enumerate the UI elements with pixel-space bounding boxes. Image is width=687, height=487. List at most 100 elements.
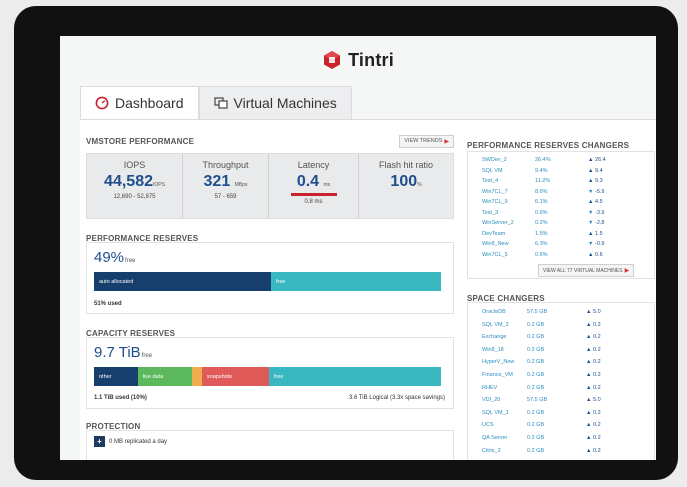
vm-name[interactable]: WinServer_2 (482, 220, 514, 226)
arrow-up-icon: ▲ (586, 334, 593, 341)
vm-name[interactable]: Exchange (482, 334, 506, 340)
space-changer-row[interactable]: OracleDB 57.5 GB ▲ 5.0 (468, 309, 656, 319)
space-changer-row[interactable]: UCS 0.2 GB ▲ 0.2 (468, 422, 656, 432)
arrow-down-icon: ▼ (588, 241, 595, 247)
space-size: 0.2 GB (527, 372, 545, 378)
vm-name[interactable]: SQL VM_2 (482, 322, 509, 328)
space-changer-row[interactable]: RHEV 0.2 GB ▲ 0.2 (468, 385, 656, 395)
arrow-up-icon: ▲ (588, 230, 595, 237)
space-changers-list: OracleDB 57.5 GB ▲ 5.0 SQL VM_2 0.2 GB ▲ 0.2 E… (467, 302, 655, 460)
reserve-pct: 0.6% (535, 251, 548, 258)
metric-value: 0.4 ms (296, 173, 331, 190)
vm-name[interactable]: SQL VM (482, 168, 503, 174)
plus-icon[interactable]: + (94, 436, 105, 447)
vm-name[interactable]: Finance_VM (482, 372, 513, 378)
space-size: 0.2 GB (527, 447, 545, 454)
reserve-delta: ▲ 26.4 (588, 157, 606, 163)
triangle-right-icon: ▶ (624, 268, 630, 274)
vm-name[interactable]: Win7CL_7 (482, 189, 508, 195)
perf-changer-row[interactable]: Win7CL_9 6.1% ▲ 4.5 (468, 199, 656, 209)
perf-changer-row[interactable]: DevTeam 1.5% ▲ 1.5 (468, 231, 656, 241)
arrow-up-icon: ▲ (586, 346, 593, 353)
vm-name[interactable]: Test_3 (482, 210, 498, 216)
vm-name[interactable]: Citrix_2 (482, 448, 501, 454)
dashboard-panel: VMSTORE PERFORMANCE VIEW TRENDS ▶ IOPS 4… (80, 119, 656, 460)
space-changer-row[interactable]: Win8_18 0.2 GB ▲ 0.2 (468, 347, 656, 357)
arrow-up-icon: ▲ (586, 422, 593, 429)
capacity-segment: live data (137, 367, 192, 386)
tab-dashboard[interactable]: Dashboard (80, 86, 199, 119)
vm-name[interactable]: HyperV_New (482, 359, 514, 365)
arrow-up-icon: ▲ (586, 309, 593, 315)
metric-label: Throughput (202, 160, 249, 170)
perf-changer-row[interactable]: SWDev_2 26.4% ▲ 26.4 (468, 157, 656, 167)
space-changer-row[interactable]: VDI_20 57.5 GB ▲ 5.0 (468, 397, 656, 407)
arrow-up-icon: ▲ (586, 435, 593, 441)
reserve-pct: 1.5% (535, 230, 548, 237)
space-size: 57.5 GB (527, 309, 548, 315)
space-changer-row[interactable]: Exchange 0.2 GB ▲ 0.2 (468, 334, 656, 344)
gauge-icon (95, 96, 109, 110)
space-size: 57.5 GB (527, 397, 548, 404)
space-changer-row[interactable]: Finance_VM 0.2 GB ▲ 0.2 (468, 372, 656, 382)
vm-name[interactable]: OracleDB (482, 309, 506, 315)
view-trends-button[interactable]: VIEW TRENDS ▶ (399, 134, 454, 148)
delta-value: 4.5 (594, 199, 603, 205)
delta-value: 5.0 (592, 397, 601, 404)
reserve-delta: ▲ 1.5 (588, 231, 603, 237)
vm-name[interactable]: DevTeam (482, 231, 505, 237)
arrow-up-icon: ▲ (588, 199, 595, 205)
reserve-pct: 26.4% (535, 157, 551, 163)
space-delta: ▲ 0.2 (586, 359, 601, 365)
tab-virtual-machines[interactable]: Virtual Machines (198, 86, 352, 119)
vm-name[interactable]: RHEV (482, 385, 497, 391)
delta-value: 0.2 (592, 346, 601, 353)
perf-changer-row[interactable]: Test_4 11.2% ▲ 9.3 (468, 178, 656, 188)
space-changer-row[interactable]: QA Server 0.2 GB ▲ 0.2 (468, 435, 656, 445)
capacity-logical: 3.6 TiB Logical (3.3x space savings) (348, 395, 445, 401)
space-changer-row[interactable]: HyperV_New 0.2 GB ▲ 0.2 (468, 359, 656, 369)
space-changer-row[interactable]: Citrix_2 0.2 GB ▲ 0.2 (468, 448, 656, 458)
space-changer-row[interactable]: SQL VM_2 0.2 GB ▲ 0.2 (468, 322, 656, 332)
reserve-pct: 9.4% (535, 167, 548, 174)
vm-name[interactable]: Win8_18 (482, 347, 504, 353)
vm-name[interactable]: Win7CL_5 (482, 252, 508, 258)
capacity-used: 1.1 TiB used (10%) (94, 395, 147, 401)
reserve-delta: ▲ 0.6 (588, 252, 603, 258)
vm-name[interactable]: UCS (482, 422, 494, 428)
arrow-up-icon: ▲ (586, 384, 593, 391)
perf-changer-row[interactable]: Win7CL_7 8.6% ▼ -5.9 (468, 189, 656, 199)
space-changer-row[interactable]: SQL VM_1 0.2 GB ▲ 0.2 (468, 410, 656, 420)
vm-name[interactable]: Win8_New (482, 241, 509, 247)
space-delta: ▲ 0.2 (586, 385, 601, 391)
vm-name[interactable]: SQL VM_1 (482, 410, 509, 416)
perf-changer-row[interactable]: Win7CL_5 0.6% ▲ 0.6 (468, 252, 656, 262)
metric-range: 0.8 ms (304, 199, 323, 205)
space-delta: ▲ 0.2 (586, 435, 601, 441)
reserve-pct: 0.2% (535, 220, 548, 226)
vm-name[interactable]: QA Server (482, 435, 507, 441)
vmstore-performance-header: VMSTORE PERFORMANCE VIEW TRENDS ▶ (86, 134, 454, 148)
brand-name: Tintri (348, 49, 394, 70)
view-all-vms-button[interactable]: VIEW ALL 77 VIRTUAL MACHINES ▶ (538, 264, 635, 277)
perf-changer-row[interactable]: Test_3 0.6% ▼ -3.9 (468, 210, 656, 220)
reserve-pct: 8.6% (535, 188, 548, 195)
vm-windows-icon (213, 96, 228, 110)
perf-changer-row[interactable]: SQL VM 9.4% ▲ 9.4 (468, 168, 656, 178)
delta-value: 5.0 (592, 309, 601, 315)
vm-name[interactable]: VDI_20 (482, 397, 500, 403)
perf-changers-title: PERFORMANCE RESERVES CHANGERS (467, 141, 630, 150)
delta-value: -2.8 (594, 220, 605, 226)
perf-changer-row[interactable]: WinServer_2 0.2% ▼ -2.8 (468, 220, 656, 230)
perf-changers-list: VIEW ALL 77 VIRTUAL MACHINES ▶ SWDev_2 26… (467, 151, 655, 279)
perf-reserves-free-segment: free (270, 272, 441, 291)
protection-card: + 0 MB replicated a day (86, 430, 454, 460)
vm-name[interactable]: SWDev_2 (482, 157, 507, 163)
space-delta: ▲ 0.2 (586, 347, 601, 353)
perf-changer-row[interactable]: Win8_New 6.3% ▼ -0.9 (468, 241, 656, 251)
reserve-pct: 0.6% (535, 209, 548, 216)
vm-name[interactable]: Win7CL_9 (482, 199, 508, 205)
vm-name[interactable]: Test_4 (482, 178, 498, 184)
metric-label: Latency (297, 160, 330, 170)
space-delta: ▲ 0.2 (586, 448, 601, 454)
